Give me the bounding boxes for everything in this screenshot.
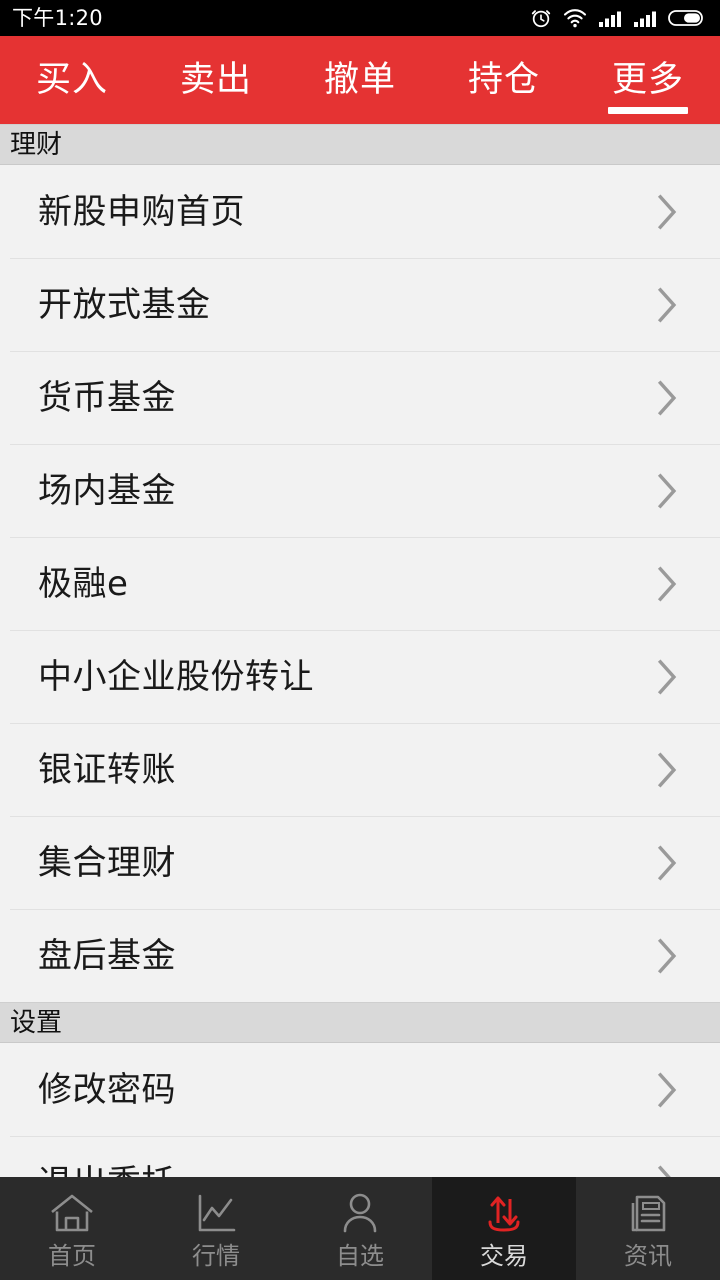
- status-time: 下午1:20: [12, 5, 103, 30]
- nav-item-label: 自选: [336, 1242, 384, 1270]
- home-icon: [49, 1189, 95, 1237]
- chevron-right-icon: [657, 844, 677, 881]
- status-bar: 下午1:20: [0, 0, 720, 36]
- section-header-label: 设置: [10, 1007, 63, 1038]
- chart-icon: [193, 1189, 239, 1237]
- chevron-right-icon: [657, 472, 677, 509]
- tab-label: 卖出: [179, 59, 252, 100]
- nav-item-home[interactable]: 首页: [0, 1177, 144, 1280]
- battery-icon: [668, 8, 706, 28]
- active-tab-underline: [608, 107, 688, 114]
- nav-item-news[interactable]: 资讯: [576, 1177, 720, 1280]
- list-item-exchange-traded-fund[interactable]: 场内基金: [0, 444, 720, 537]
- tab-label: 买入: [35, 59, 108, 100]
- list-item-money-market-fund[interactable]: 货币基金: [0, 351, 720, 444]
- list-item-change-password[interactable]: 修改密码: [0, 1043, 720, 1136]
- wifi-icon: [563, 8, 587, 28]
- tab-buy[interactable]: 买入: [0, 36, 144, 124]
- list-item-collective-wealth-management[interactable]: 集合理财: [0, 816, 720, 909]
- nav-item-label: 交易: [480, 1242, 528, 1270]
- section-header-settings: 设置: [0, 1002, 720, 1043]
- chevron-right-icon: [657, 1071, 677, 1108]
- news-icon: [625, 1189, 671, 1237]
- nav-item-trade[interactable]: 交易: [432, 1177, 576, 1280]
- list-item-jirong-e[interactable]: 极融e: [0, 537, 720, 630]
- nav-item-label: 行情: [192, 1242, 240, 1270]
- tab-label: 持仓: [467, 59, 540, 100]
- tab-cancel-order[interactable]: 撤单: [288, 36, 432, 124]
- list-item-sme-share-transfer[interactable]: 中小企业股份转让: [0, 630, 720, 723]
- chevron-right-icon: [657, 751, 677, 788]
- tab-more[interactable]: 更多: [576, 36, 720, 124]
- list-item-label: 中小企业股份转让: [38, 656, 314, 697]
- nav-item-watchlist[interactable]: 自选: [288, 1177, 432, 1280]
- list-item-label: 场内基金: [38, 470, 176, 511]
- person-icon: [337, 1189, 383, 1237]
- signal-icon-2: [633, 8, 657, 28]
- chevron-right-icon: [657, 565, 677, 602]
- chevron-right-icon: [657, 286, 677, 323]
- list-item-new-share-subscription[interactable]: 新股申购首页: [0, 165, 720, 258]
- list-item-label: 银证转账: [38, 749, 176, 790]
- section-header-wealth: 理财: [0, 124, 720, 165]
- chevron-right-icon: [657, 193, 677, 230]
- list-item-open-end-fund[interactable]: 开放式基金: [0, 258, 720, 351]
- nav-item-label: 首页: [48, 1242, 96, 1270]
- settings-list[interactable]: 理财 新股申购首页 开放式基金 货币基金 场内基金 极融e 中小企业股份转让 银…: [0, 124, 720, 1280]
- chevron-right-icon: [657, 937, 677, 974]
- nav-item-label: 资讯: [624, 1242, 672, 1270]
- list-item-label: 修改密码: [38, 1069, 176, 1110]
- section-header-label: 理财: [10, 129, 63, 160]
- alarm-icon: [530, 7, 552, 29]
- list-item-label: 货币基金: [38, 377, 176, 418]
- tab-sell[interactable]: 卖出: [144, 36, 288, 124]
- list-item-after-hours-fund[interactable]: 盘后基金: [0, 909, 720, 1002]
- top-tab-bar: 买入 卖出 撤单 持仓 更多: [0, 36, 720, 124]
- chevron-right-icon: [657, 379, 677, 416]
- list-item-label: 盘后基金: [38, 935, 176, 976]
- nav-item-quotes[interactable]: 行情: [144, 1177, 288, 1280]
- tab-holdings[interactable]: 持仓: [432, 36, 576, 124]
- bottom-nav-bar: 首页 行情 自选 交易 资讯: [0, 1177, 720, 1280]
- list-item-label: 集合理财: [38, 842, 176, 883]
- tab-label: 更多: [611, 59, 684, 100]
- chevron-right-icon: [657, 658, 677, 695]
- list-item-label: 开放式基金: [38, 284, 211, 325]
- status-icon-group: [530, 7, 706, 29]
- trade-arrows-icon: [481, 1189, 527, 1237]
- list-item-label: 新股申购首页: [38, 191, 245, 232]
- signal-icon-1: [598, 8, 622, 28]
- list-item-label: 极融e: [38, 563, 129, 604]
- tab-label: 撤单: [323, 59, 396, 100]
- list-item-bank-securities-transfer[interactable]: 银证转账: [0, 723, 720, 816]
